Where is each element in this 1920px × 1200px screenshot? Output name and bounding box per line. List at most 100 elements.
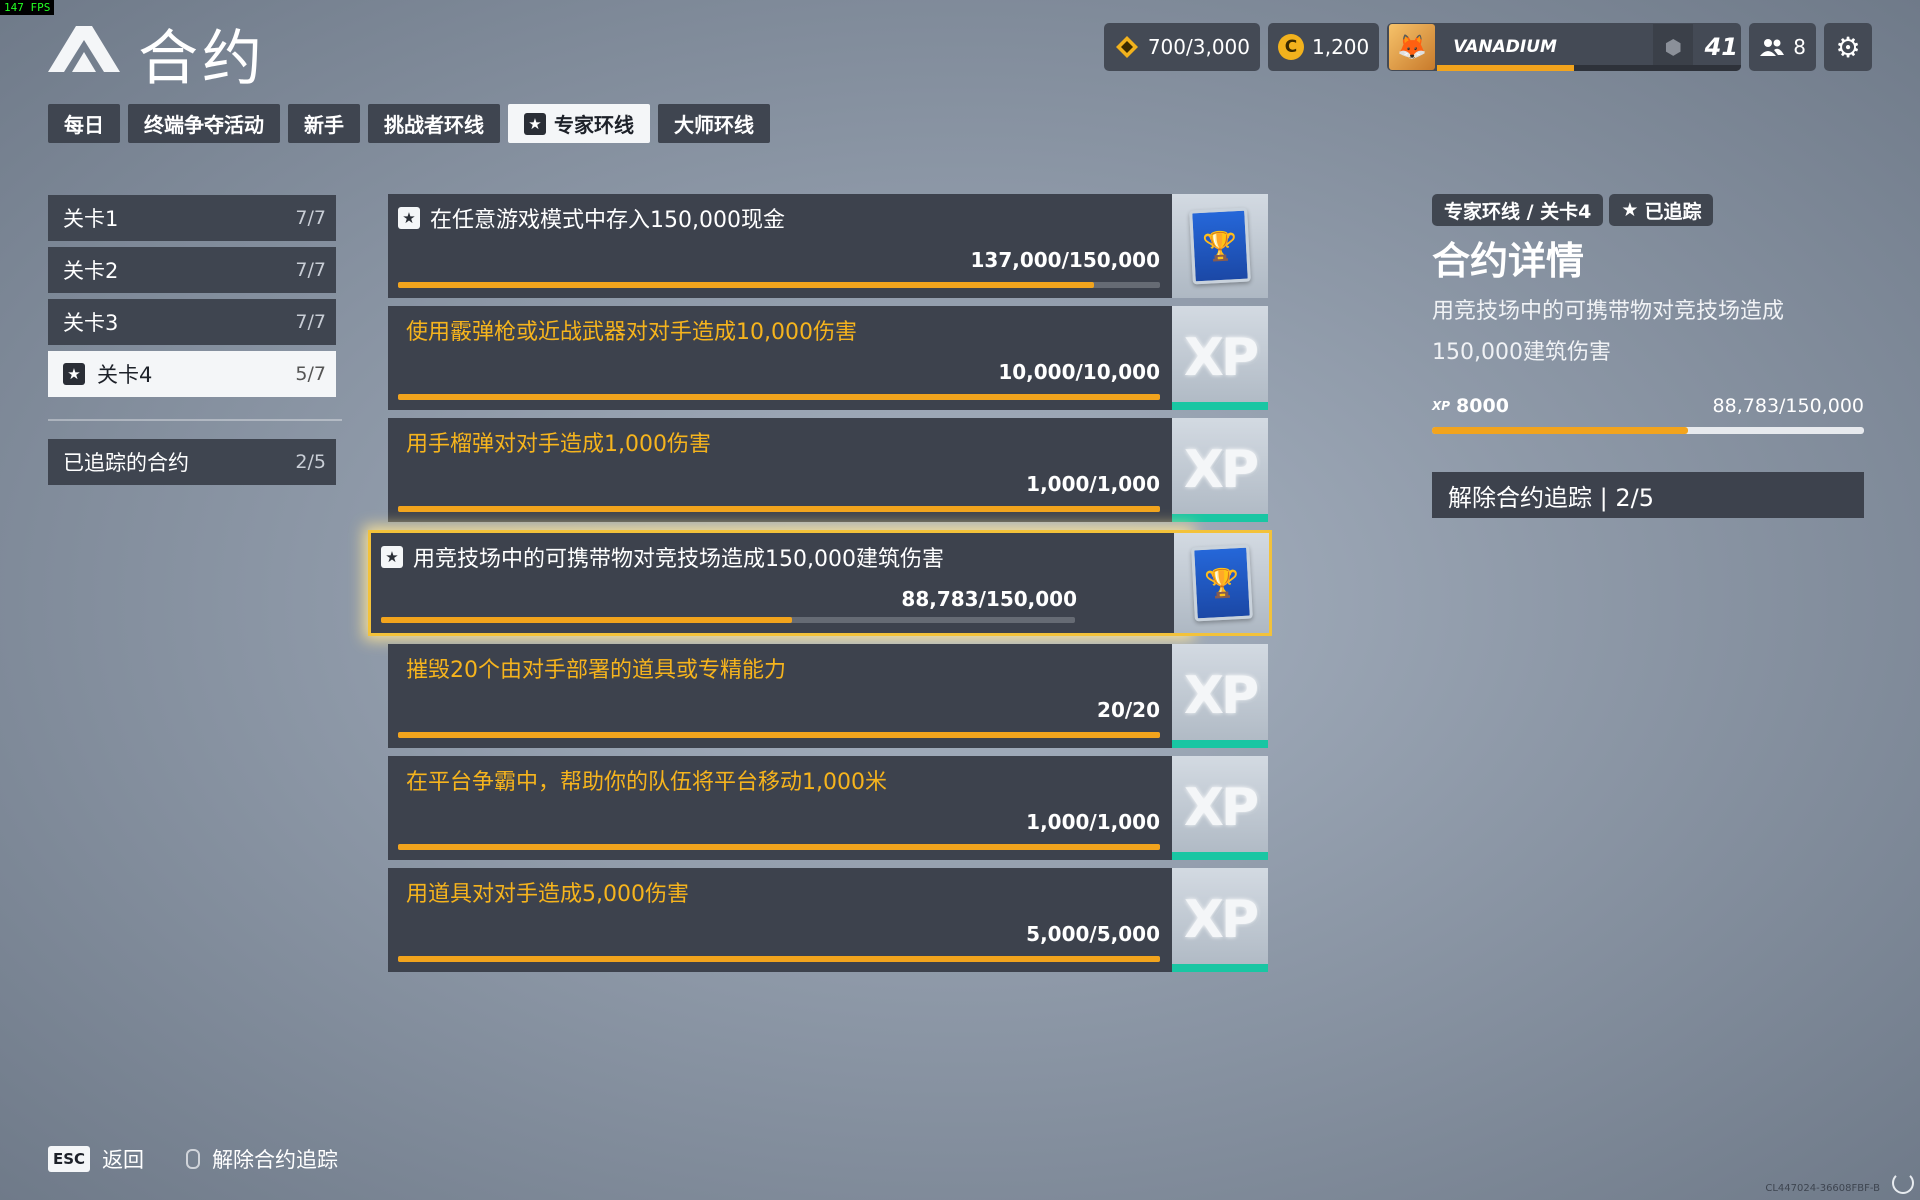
contract-progress-bar: [398, 732, 1160, 738]
tracked-label: 已追踪的合约: [63, 451, 189, 475]
level-item-1[interactable]: 关卡1 7/7: [48, 195, 336, 241]
divider: [48, 419, 342, 421]
friends-button[interactable]: 8: [1749, 23, 1816, 71]
contract-progress-fill: [398, 956, 1160, 962]
tab-4[interactable]: ★ 专家环线: [508, 104, 650, 143]
coins-display[interactable]: C 1,200: [1268, 23, 1380, 71]
contract-progress-bar: [398, 956, 1160, 962]
level-list: 关卡1 7/7 关卡2 7/7 关卡3 7/7 ★ 关卡4 5/7 已追踪的合约 2/5: [48, 195, 342, 491]
contract-body: 在平台争霸中，帮助你的队伍将平台移动1,000米 1,000/1,000: [388, 756, 1172, 860]
contract-title-text: 在任意游戏模式中存入150,000现金: [430, 208, 785, 233]
star-icon: ★: [381, 546, 403, 568]
level-count: 5/7: [295, 363, 326, 385]
tab-label: 专家环线: [554, 113, 634, 137]
level-label: 关卡1: [63, 207, 119, 231]
untrack-contract-button[interactable]: 解除合约追踪 | 2/5: [1432, 472, 1864, 518]
trophy-icon: 🏆: [1190, 544, 1253, 622]
contract-title: 在平台争霸中，帮助你的队伍将平台移动1,000米: [406, 764, 887, 796]
contract-title: 用道具对对手造成5,000伤害: [406, 876, 689, 908]
gear-icon: ⚙: [1835, 30, 1861, 64]
trophy-icon: 🏆: [1189, 207, 1251, 285]
tab-2[interactable]: 新手: [288, 104, 360, 143]
tab-1[interactable]: 终端争夺活动: [128, 104, 280, 143]
breadcrumb: 专家环线 / 关卡4: [1432, 194, 1604, 226]
level-label: 关卡3: [63, 311, 119, 335]
xp-icon: XP: [1432, 399, 1451, 413]
contract-progress: 1,000/1,000: [1026, 472, 1160, 496]
level-count: 7/7: [295, 311, 326, 333]
tab-label: 新手: [304, 113, 344, 137]
tab-label: 每日: [64, 113, 104, 137]
game-logo: [48, 26, 120, 72]
detail-progress-bar: [1432, 427, 1864, 434]
tab-5[interactable]: 大师环线: [658, 104, 770, 143]
tab-bar: 每日 终端争夺活动 新手 挑战者环线 ★ 专家环线 大师环线: [48, 104, 770, 143]
contract-title-text: 用道具对对手造成5,000伤害: [406, 882, 689, 907]
level-item-3[interactable]: 关卡3 7/7: [48, 299, 336, 345]
contract-progress-bar: [398, 282, 1160, 288]
untrack-hint-label[interactable]: 解除合约追踪: [212, 1144, 338, 1174]
star-icon: ★: [398, 207, 420, 229]
level-item-left: ★ 关卡4: [63, 359, 152, 389]
contract-title-text: 在平台争霸中，帮助你的队伍将平台移动1,000米: [406, 770, 887, 795]
star-icon: ★: [524, 112, 546, 135]
contract-card[interactable]: 在平台争霸中，帮助你的队伍将平台移动1,000米 1,000/1,000 XP: [388, 756, 1268, 860]
top-bar: 700/3,000 C 1,200 🦊 VANADIUM ⬢ 41 8 ⚙: [1103, 23, 1872, 71]
contract-progress: 5,000/5,000: [1026, 922, 1160, 946]
contract-progress-fill: [381, 617, 792, 623]
token-icon: [1115, 36, 1138, 58]
back-label[interactable]: 返回: [102, 1144, 144, 1174]
contract-progress-fill: [398, 282, 1094, 288]
player-profile[interactable]: 🦊 VANADIUM ⬢ 41: [1387, 23, 1742, 71]
xp-reward-icon: XP: [1172, 868, 1268, 972]
settings-button[interactable]: ⚙: [1824, 23, 1872, 71]
contract-title-text: 使用霰弹枪或近战武器对对手造成10,000伤害: [406, 320, 857, 345]
contract-list: ★ 在任意游戏模式中存入150,000现金 137,000/150,000 🏆 使用霰弹…: [368, 194, 1272, 980]
contract-progress-fill: [398, 394, 1160, 400]
contract-detail-panel: 专家环线 / 关卡4 ★ 已追踪 合约详情 用竞技场中的可携带物对竞技场造成15…: [1432, 194, 1864, 518]
contract-card[interactable]: 摧毁20个由对手部署的道具或专精能力 20/20 XP: [388, 644, 1268, 748]
tab-label: 终端争夺活动: [144, 113, 264, 137]
contract-card[interactable]: 用道具对对手造成5,000伤害 5,000/5,000 XP: [388, 868, 1268, 972]
contract-progress: 20/20: [1097, 698, 1160, 722]
player-name: VANADIUM: [1453, 37, 1557, 57]
tokens-display[interactable]: 700/3,000: [1103, 23, 1260, 71]
tab-label: 大师环线: [674, 113, 754, 137]
level-item-2[interactable]: 关卡2 7/7: [48, 247, 336, 293]
contract-body: ★ 在任意游戏模式中存入150,000现金 137,000/150,000: [388, 194, 1172, 298]
contract-title-text: 摧毁20个由对手部署的道具或专精能力: [406, 658, 786, 683]
contract-title: 使用霰弹枪或近战武器对对手造成10,000伤害: [406, 314, 857, 346]
xp-reward-value: 8000: [1456, 395, 1509, 417]
contract-progress-fill: [398, 844, 1160, 850]
xp-icon: XP: [1183, 666, 1259, 726]
mouse-icon: [186, 1149, 201, 1169]
build-id: CL447024-36608FBF-B: [1765, 1183, 1880, 1194]
tab-3[interactable]: 挑战者环线: [368, 104, 500, 143]
xp-reward-icon: XP: [1172, 756, 1268, 860]
level-item-4[interactable]: ★ 关卡4 5/7: [48, 351, 336, 397]
tab-0[interactable]: 每日: [48, 104, 120, 143]
star-icon: ★: [1621, 199, 1639, 221]
contract-progress-bar: [398, 394, 1160, 400]
tab-label: 挑战者环线: [384, 113, 484, 137]
tracked-contracts-item[interactable]: 已追踪的合约 2/5: [48, 439, 336, 485]
page-title: 合约: [138, 24, 266, 94]
fps-counter: 147 FPS: [0, 0, 55, 15]
contract-body: 用道具对对手造成5,000伤害 5,000/5,000: [388, 868, 1172, 972]
xp-icon: XP: [1183, 328, 1259, 388]
footer-hints: ESC 返回 解除合约追踪: [48, 1144, 338, 1174]
contract-card[interactable]: ★ 在任意游戏模式中存入150,000现金 137,000/150,000 🏆: [388, 194, 1268, 298]
level-item-left: 关卡3: [63, 307, 118, 337]
contract-body: 摧毁20个由对手部署的道具或专精能力 20/20: [388, 644, 1172, 748]
contract-card[interactable]: 用手榴弹对对手造成1,000伤害 1,000/1,000 XP: [388, 418, 1268, 522]
contract-card[interactable]: ★ 用竞技场中的可携带物对竞技场造成150,000建筑伤害 88,783/150,0…: [368, 530, 1290, 636]
contract-card[interactable]: 使用霰弹枪或近战武器对对手造成10,000伤害 10,000/10,000 XP: [388, 306, 1268, 410]
level-label: 关卡2: [63, 259, 119, 283]
friends-count: 8: [1793, 35, 1806, 59]
level-item-left: 关卡2: [63, 255, 118, 285]
trophy-reward-icon: 🏆: [1172, 194, 1268, 298]
contract-progress-fill: [398, 732, 1160, 738]
tracked-count: 2/5: [295, 451, 326, 473]
contract-body: ★ 用竞技场中的可携带物对竞技场造成150,000建筑伤害 88,783/150,0…: [368, 530, 1190, 636]
esc-key-icon[interactable]: ESC: [48, 1146, 91, 1172]
